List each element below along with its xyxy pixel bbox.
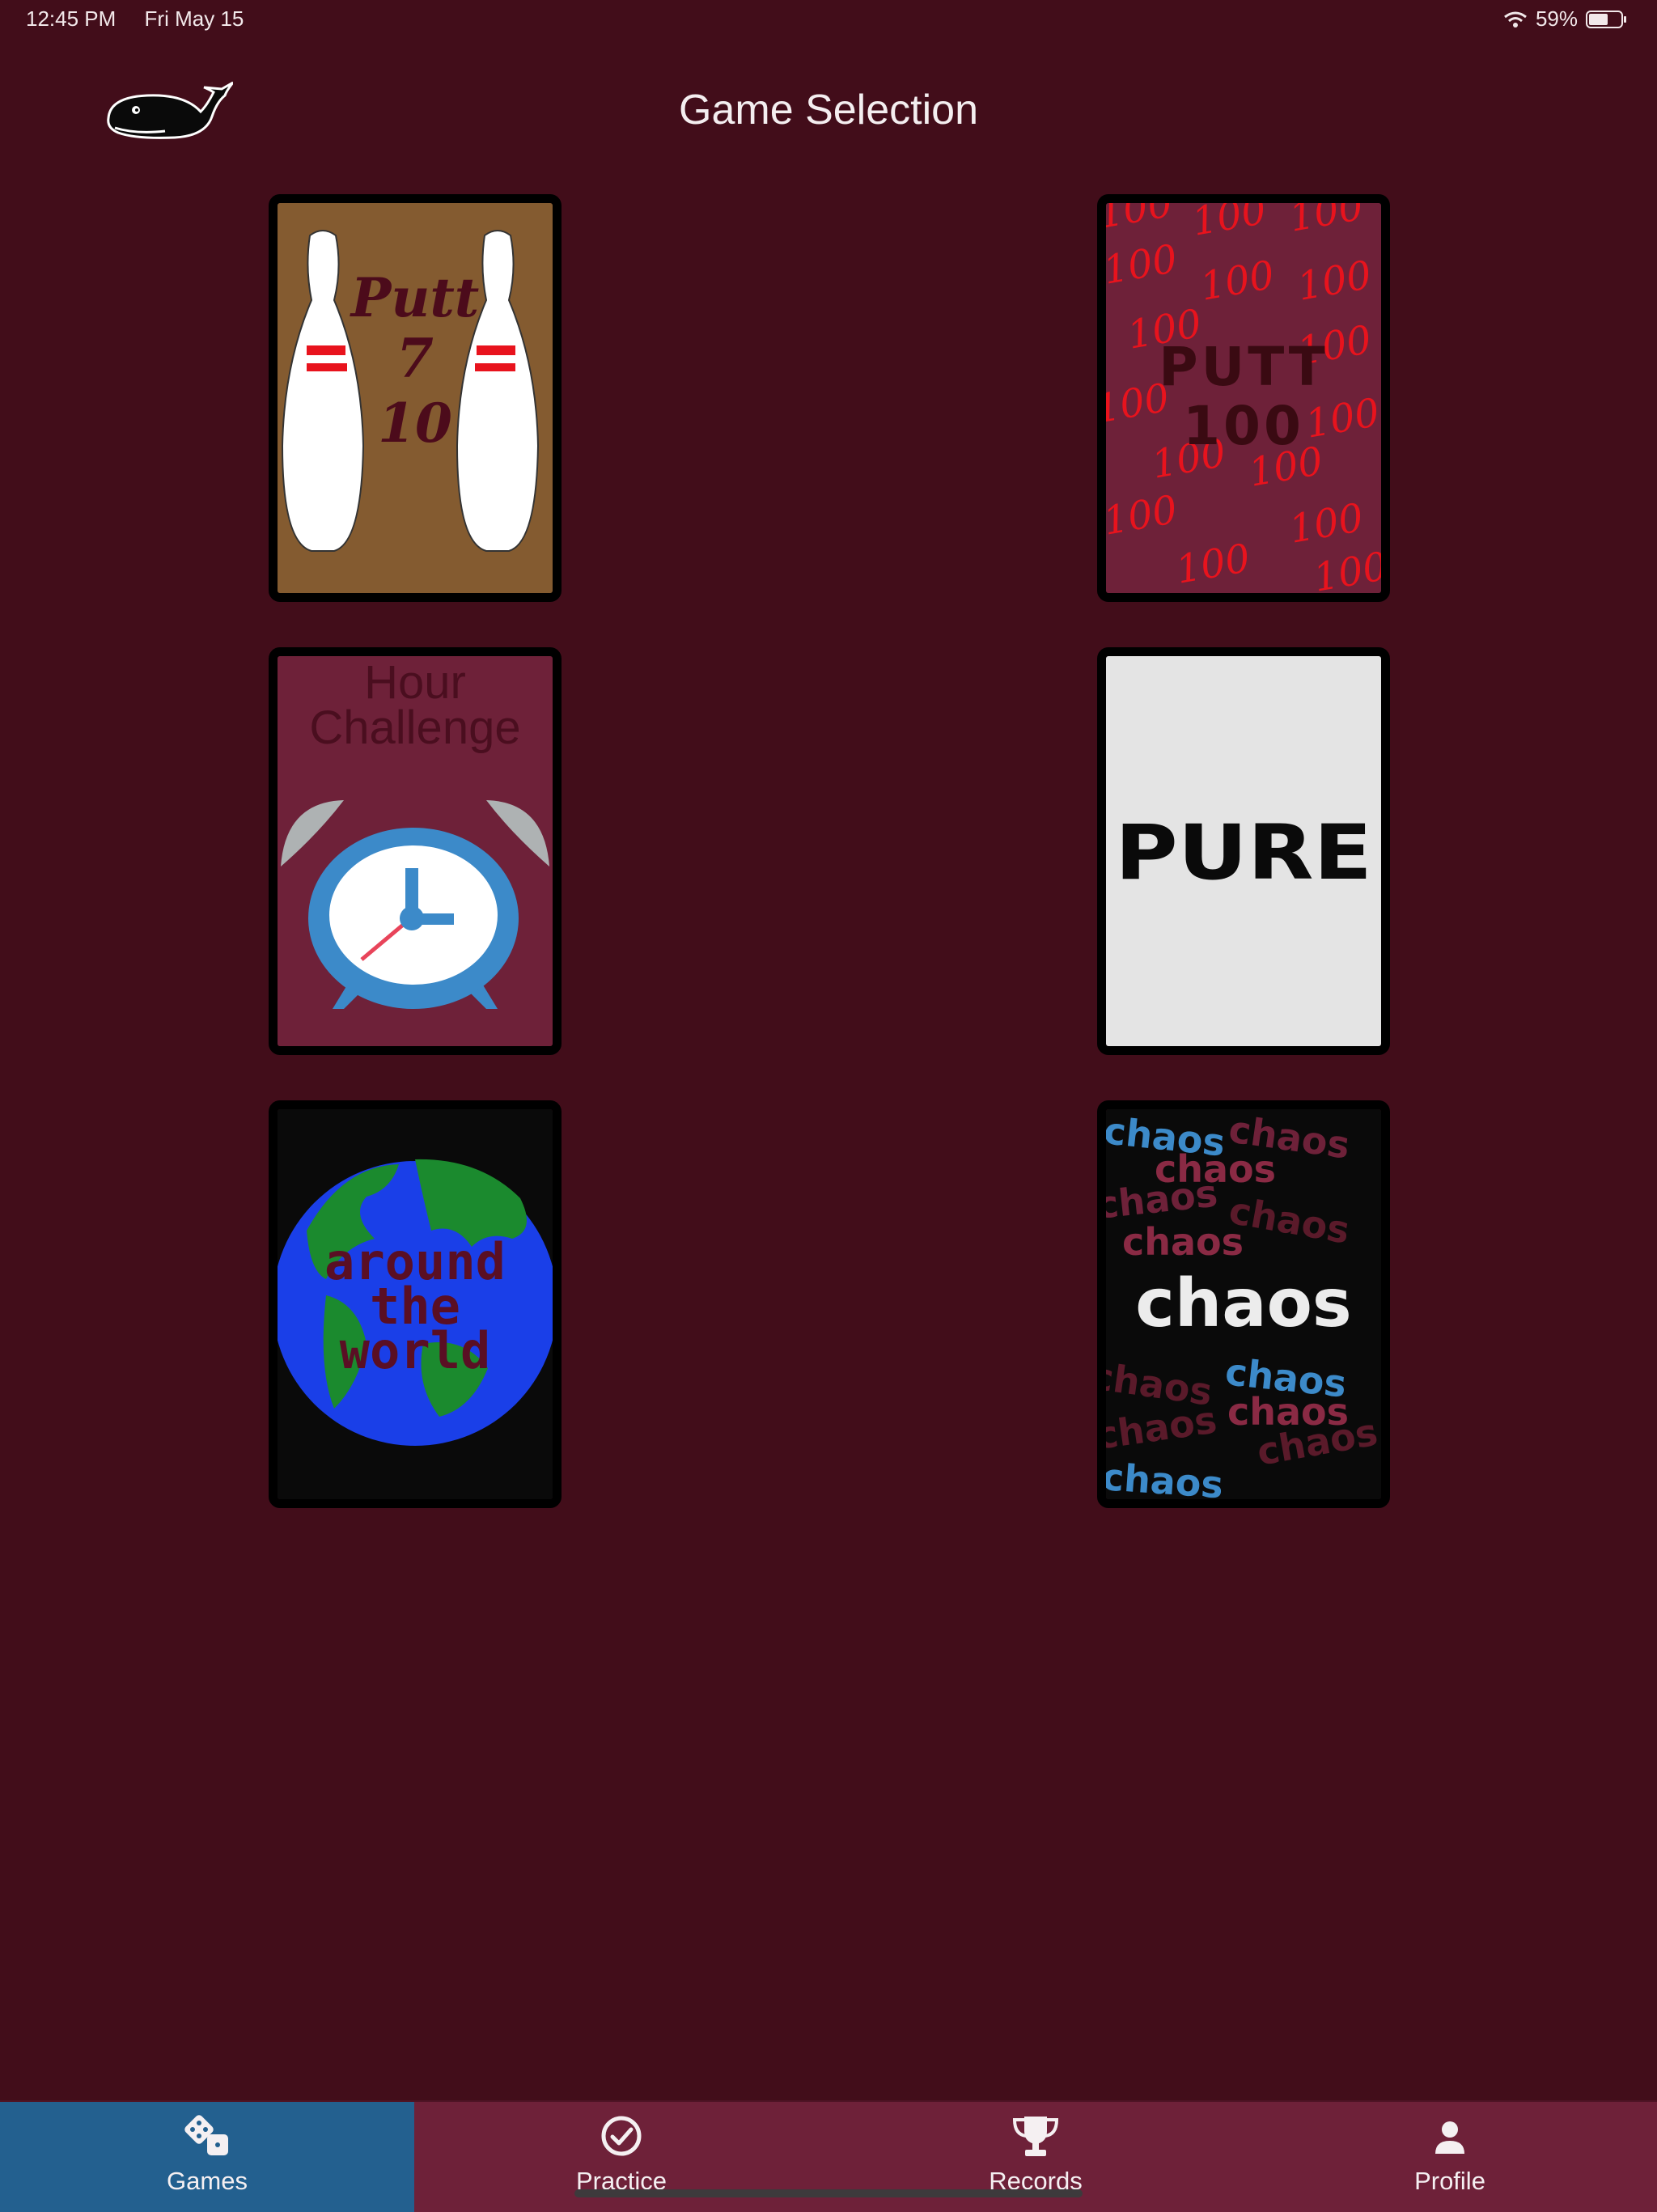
home-indicator	[574, 2189, 1083, 2197]
status-time-date: 12:45 PM Fri May 15	[26, 6, 266, 32]
svg-text:chaos: chaos	[1122, 1220, 1244, 1264]
putt-100-title: PUTT	[1159, 336, 1329, 398]
status-time: 12:45 PM	[26, 6, 117, 31]
tab-games[interactable]: Games	[0, 2102, 414, 2212]
tab-profile[interactable]: Profile	[1243, 2102, 1657, 2212]
putt-7-10-title: Putt	[350, 266, 480, 329]
putt-7-10-seven: 7	[396, 327, 434, 390]
putt-100-artwork: 100 100 100 100 100 100 100 100 100 100 …	[1106, 203, 1381, 593]
game-card-pure[interactable]: PURE	[1097, 647, 1390, 1055]
pure-title: PURE	[1115, 809, 1372, 897]
hour-challenge-line2: Challenge	[309, 701, 520, 754]
world-text: world	[340, 1321, 491, 1380]
putt-100-number: 100	[1183, 395, 1304, 457]
svg-text:chaos: chaos	[1106, 1455, 1225, 1499]
status-indicators: 59%	[1503, 6, 1628, 32]
person-icon	[1435, 2121, 1464, 2154]
status-date: Fri May 15	[144, 6, 244, 31]
checkmark-circle-icon	[601, 2116, 642, 2156]
chaos-artwork: chaos chaos chaos chaos chaos chaos chao…	[1106, 1109, 1381, 1499]
page-title: Game Selection	[679, 87, 978, 133]
putt-7-10-ten: 10	[378, 392, 452, 455]
wifi-icon	[1504, 11, 1527, 28]
putt-7-10-artwork: Putt 7 10	[278, 203, 553, 593]
trophy-icon	[1012, 2117, 1059, 2156]
around-the-world-artwork: around the world	[278, 1109, 553, 1499]
game-card-putt-100[interactable]: 100 100 100 100 100 100 100 100 100 100 …	[1097, 194, 1390, 602]
tab-games-label: Games	[167, 2167, 248, 2195]
pure-artwork: PURE	[1106, 656, 1381, 1046]
game-card-around-the-world[interactable]: around the world	[269, 1100, 562, 1508]
battery-percent: 59%	[1535, 6, 1578, 31]
game-card-chaos[interactable]: chaos chaos chaos chaos chaos chaos chao…	[1097, 1100, 1390, 1508]
hour-challenge-artwork: Hour Challenge	[278, 656, 553, 1046]
tab-profile-label: Profile	[1414, 2167, 1485, 2195]
dice-icon	[184, 2115, 228, 2155]
game-card-hour-challenge[interactable]: Hour Challenge	[269, 647, 562, 1055]
game-card-putt-7-10[interactable]: Putt 7 10	[269, 194, 562, 602]
chaos-title: chaos	[1135, 1265, 1351, 1342]
status-bar: 12:45 PM Fri May 15 59%	[0, 0, 1657, 39]
battery-icon	[1586, 10, 1626, 28]
